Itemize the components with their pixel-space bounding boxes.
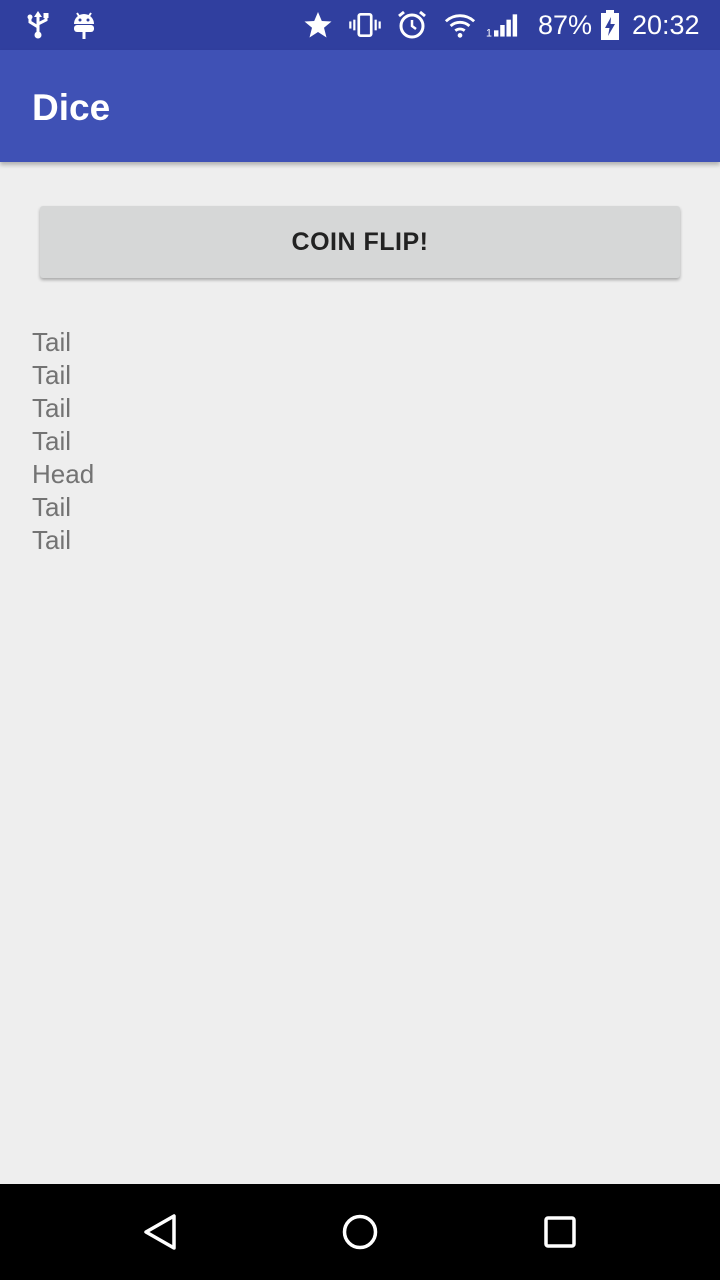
recents-icon[interactable] — [536, 1208, 584, 1256]
list-item: Tail — [32, 525, 72, 555]
status-time: 20:32 — [632, 10, 700, 40]
list-item: Head — [32, 459, 95, 489]
list-item: Tail — [32, 393, 72, 423]
signal-icon: 1 — [486, 9, 518, 41]
usb-icon — [22, 9, 54, 41]
wifi-icon — [444, 9, 476, 41]
status-bar: 1 87% 20:32 — [0, 0, 720, 50]
star-icon — [302, 9, 334, 41]
svg-text:1: 1 — [486, 28, 492, 40]
alarm-icon — [396, 9, 428, 41]
android-debug-icon — [68, 9, 100, 41]
list-item: Tail — [32, 327, 72, 357]
navigation-bar — [0, 1184, 720, 1280]
back-icon[interactable] — [136, 1208, 184, 1256]
page-title: Dice — [32, 87, 111, 128]
list-item: Tail — [32, 426, 72, 456]
home-icon[interactable] — [336, 1208, 384, 1256]
coin-flip-button[interactable]: COIN FLIP! — [40, 206, 680, 278]
list-item: Tail — [32, 492, 72, 522]
battery-percentage: 87% — [538, 10, 593, 40]
battery-charging-icon — [594, 9, 626, 41]
vibrate-icon — [349, 9, 381, 41]
list-item: Tail — [32, 360, 72, 390]
results-list: Tail Tail Tail Tail Head Tail Tail — [32, 326, 94, 557]
app-bar: Dice — [0, 50, 720, 162]
